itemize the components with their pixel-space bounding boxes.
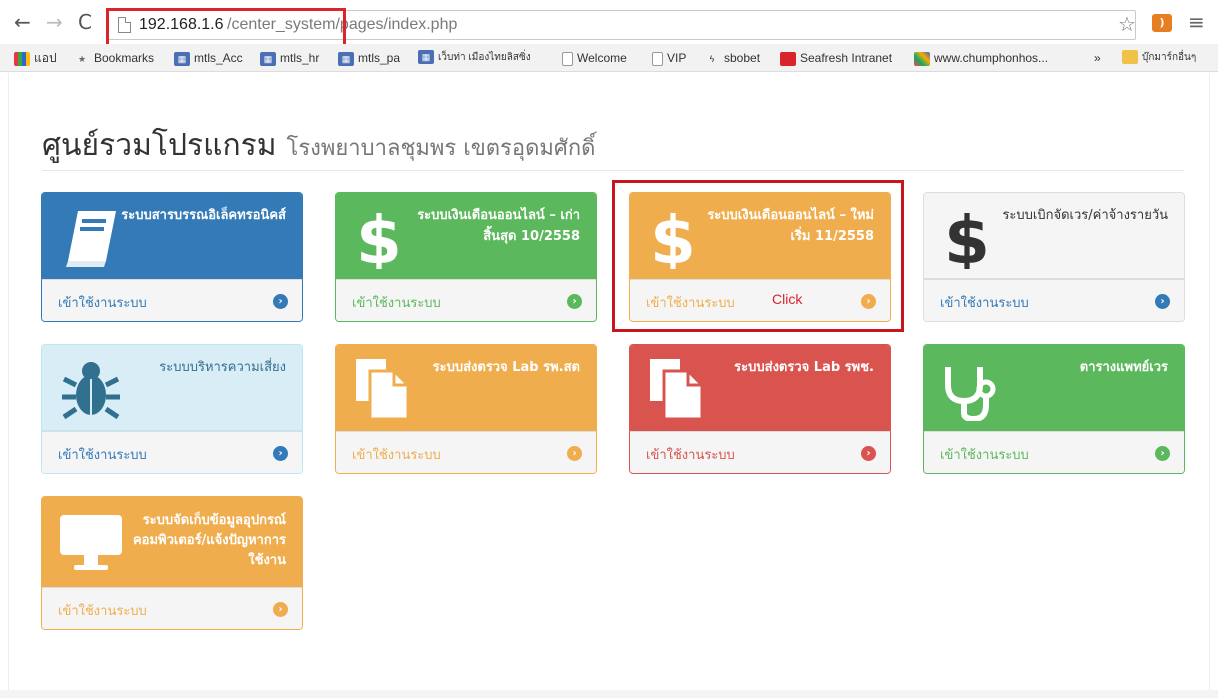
reload-icon[interactable]: C [78,12,92,32]
bookmark-mtls-pa[interactable]: ▦ mtls_pa [338,50,400,68]
red-square-icon [780,51,796,66]
bookmark-seafresh[interactable]: Seafresh Intranet [780,50,892,68]
bookmark-chumphonhos[interactable]: www.chumphonhos... [914,50,1048,68]
bookmark-mtls-acc[interactable]: ▦ mtls_Acc [174,50,243,68]
panel-lab-rpst[interactable]: ระบบส่งตรวจ Lab รพ.สต เข้าใช้งานระบบ › [335,344,597,474]
panel-title: ตารางแพทย์เวร [1079,360,1168,375]
panel-footer[interactable]: เข้าใช้งานระบบ › [924,431,1184,473]
panel-lab-rpch[interactable]: ระบบส่งตรวจ Lab รพช. เข้าใช้งานระบบ › [629,344,891,474]
arrow-circle-right-icon: › [1155,446,1170,461]
arrow-circle-right-icon: › [567,446,582,461]
enter-system-link[interactable]: เข้าใช้งานระบบ [58,292,147,313]
page-icon [562,51,573,66]
panel-highlight-box [612,180,904,332]
bookmark-mtls-hr[interactable]: ▦ mtls_hr [260,50,319,68]
bookmarks-bar: แอป ★ Bookmarks ▦ mtls_Acc ▦ mtls_hr ▦ mtls_… [0,44,1218,72]
database-icon: ▦ [418,50,434,65]
svg-text:$: $ [356,203,402,269]
bookmark-overflow[interactable]: » [1094,50,1101,68]
bookmark-apps[interactable]: แอป [14,50,57,68]
panel-title: ระบบจัดเก็บข้อมูลอุปกรณ์คอมพิวเตอร์/แจ้ง… [132,513,286,568]
panel-footer[interactable]: เข้าใช้งานระบบ › [42,431,302,473]
panel-title: ระบบบริหารความเสี่ยง [159,360,286,375]
enter-system-link[interactable]: เข้าใช้งานระบบ [352,444,441,465]
panel-risk[interactable]: ระบบบริหารความเสี่ยง เข้าใช้งานระบบ › [41,344,303,474]
database-icon: ▦ [260,51,276,66]
panel-salary-old[interactable]: $ ระบบเงินเดือนออนไลน์ – เก่า สิ้นสุด 10… [335,192,597,322]
bookmark-star-icon[interactable]: ☆ [1118,12,1136,36]
arrow-circle-right-icon: › [273,446,288,461]
panel-title: ระบบเงินเดือนออนไลน์ – เก่า สิ้นสุด 10/2… [417,208,580,244]
page-bottom-edge [0,690,1218,698]
enter-system-link[interactable]: เข้าใช้งานระบบ [58,444,147,465]
bookmark-vip[interactable]: VIP [652,50,686,68]
enter-system-link[interactable]: เข้าใช้งานระบบ [646,444,735,465]
arrow-circle-right-icon: › [273,294,288,309]
panel-title: ระบบส่งตรวจ Lab รพช. [734,360,874,375]
browser-window: ← → C 192.168.1.6 /center_system/pages/i… [0,0,1218,698]
panel-footer[interactable]: เข้าใช้งานระบบ › [336,431,596,473]
page-icon [652,51,663,66]
menu-icon[interactable]: ≡ [1188,10,1205,34]
forward-arrow-icon[interactable]: → [46,12,63,32]
enter-system-link[interactable]: เข้าใช้งานระบบ [352,292,441,313]
panel-footer[interactable]: เข้าใช้งานระบบ › [42,279,302,321]
panel-footer[interactable]: เข้าใช้งานระบบ › [336,279,596,321]
arrow-circle-right-icon: › [1155,294,1170,309]
arrow-circle-right-icon: › [861,446,876,461]
rss-icon[interactable]: ) [1152,14,1172,32]
panel-computer-equipment[interactable]: ระบบจัดเก็บข้อมูลอุปกรณ์คอมพิวเตอร์/แจ้ง… [41,496,303,630]
apps-icon [14,51,30,66]
url-highlight-box [106,8,346,48]
arrow-circle-right-icon: › [273,602,288,617]
panel-footer[interactable]: เข้าใช้งานระบบ › [924,279,1184,321]
browser-toolbar: ← → C 192.168.1.6 /center_system/pages/i… [0,0,1218,48]
panel-footer[interactable]: เข้าใช้งานระบบ › [42,587,302,629]
bookmark-bookmarks[interactable]: ★ Bookmarks [74,50,154,68]
svg-text:$: $ [944,203,990,269]
monitor-icon [60,515,122,570]
page-subtitle: โรงพยาบาลชุมพร เขตรอุดมศักดิ์ [286,136,596,161]
database-icon: ▦ [338,51,354,66]
bookmark-other[interactable]: บุ๊กมาร์กอื่นๆ [1122,50,1196,68]
panel-doctor-schedule[interactable]: ตารางแพทย์เวร เข้าใช้งานระบบ › [923,344,1185,474]
title-divider [42,170,1184,171]
arrow-circle-right-icon: › [567,294,582,309]
panel-edocument[interactable]: ระบบสารบรรณอิเล็คทรอนิคส์ เข้าใช้งานระบบ… [41,192,303,322]
bookmark-sbobet[interactable]: ϟ sbobet [704,50,760,68]
back-arrow-icon[interactable]: ← [14,12,31,32]
panel-shift-pay[interactable]: $ ระบบเบิกจัดเวร/ค่าจ้างรายวัน เข้าใช้งา… [923,192,1185,322]
bolt-icon: ϟ [709,53,715,64]
star-icon: ★ [77,53,87,64]
bookmark-webtha[interactable]: ▦ เว็บท่า เมืองไทยลิสซิ่ง [418,50,531,68]
enter-system-link[interactable]: เข้าใช้งานระบบ [940,444,1029,465]
database-icon: ▦ [174,51,190,66]
panel-title: ระบบส่งตรวจ Lab รพ.สต [432,360,580,375]
enter-system-link[interactable]: เข้าใช้งานระบบ [58,600,147,621]
panel-footer[interactable]: เข้าใช้งานระบบ › [630,431,890,473]
panel-title: ระบบเบิกจัดเวร/ค่าจ้างรายวัน [1002,208,1168,223]
folder-icon [1122,50,1138,65]
panel-title: ระบบสารบรรณอิเล็คทรอนิคส์ [121,208,286,223]
enter-system-link[interactable]: เข้าใช้งานระบบ [940,292,1029,313]
joomla-icon [914,51,930,66]
bookmark-welcome[interactable]: Welcome [562,50,627,68]
page-title: ศูนย์รวมโปรแกรม โรงพยาบาลชุมพร เขตรอุดมศั… [42,128,596,163]
